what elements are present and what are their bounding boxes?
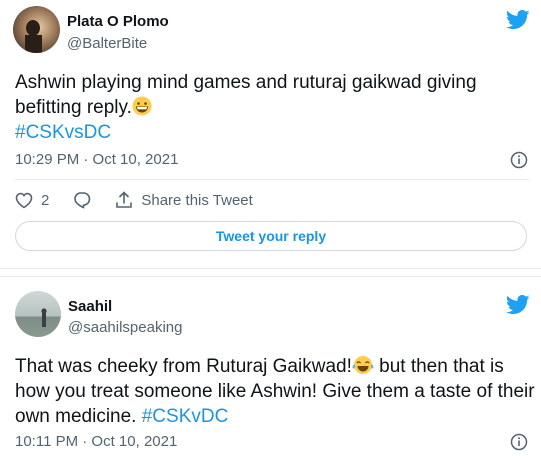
timestamp[interactable]: 10:11 PM · Oct 10, 2021	[15, 433, 177, 450]
hashtag-link[interactable]: #CSKvDC	[142, 406, 229, 427]
tears-of-joy-emoji-icon	[352, 356, 374, 374]
twitter-bird-icon[interactable]	[506, 295, 530, 315]
author-handle[interactable]: @saahilspeaking	[68, 319, 182, 336]
tweet-card[interactable]: Plata O Plomo @BalterBite Ashwin playing…	[0, 0, 541, 269]
tweet-your-reply-button[interactable]: Tweet your reply	[15, 221, 527, 251]
heart-icon	[15, 192, 33, 208]
tweet-text: That was cheeky from Ruturaj Gaikwad! bu…	[15, 354, 537, 429]
tweet-actions: 2 Share this Tweet	[15, 189, 277, 211]
author-name[interactable]: Plata O Plomo	[67, 13, 169, 30]
reply-icon	[74, 192, 91, 209]
like-button[interactable]: 2	[15, 192, 49, 209]
share-label: Share this Tweet	[141, 191, 253, 209]
grinning-face-emoji-icon	[132, 96, 152, 116]
share-button[interactable]: Share this Tweet	[115, 191, 253, 209]
info-icon[interactable]	[510, 433, 528, 451]
divider	[15, 179, 529, 180]
tweet-text: Ashwin playing mind games and ruturaj ga…	[15, 70, 535, 145]
reply-button[interactable]	[73, 191, 91, 209]
like-count: 2	[41, 191, 50, 209]
hashtag-link[interactable]: #CSKvsDC	[15, 122, 111, 143]
share-icon	[116, 191, 133, 208]
tweet-body: Ashwin playing mind games and ruturaj ga…	[15, 72, 477, 118]
avatar[interactable]	[15, 291, 61, 337]
tweet-body: That was cheeky from Ruturaj Gaikwad!	[15, 356, 352, 377]
author-handle[interactable]: @BalterBite	[67, 35, 147, 52]
avatar[interactable]	[13, 6, 60, 53]
timestamp[interactable]: 10:29 PM · Oct 10, 2021	[15, 151, 178, 168]
author-name[interactable]: Saahil	[68, 298, 112, 315]
twitter-bird-icon[interactable]	[506, 10, 530, 30]
info-icon[interactable]	[510, 151, 528, 169]
